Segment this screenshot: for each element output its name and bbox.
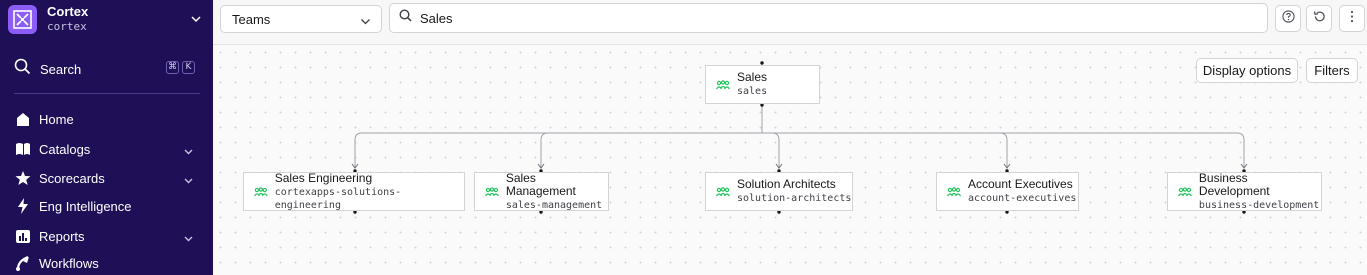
team-node-sales-management[interactable]: Sales Management sales-management	[474, 170, 609, 211]
reset-icon	[1313, 10, 1326, 28]
book-icon	[14, 141, 31, 158]
sidebar-item-reports[interactable]: Reports	[14, 225, 200, 247]
search-value: Sales	[420, 10, 453, 26]
search-input[interactable]: Sales	[389, 3, 1268, 33]
sidebar-item-label: Reports	[39, 228, 85, 244]
team-node-sales-engineering[interactable]: Sales Engineering cortexapps-solutions-e…	[243, 170, 465, 211]
sidebar-item-eng-intelligence[interactable]: Eng Intelligence	[14, 195, 200, 217]
team-node-title: Sales	[737, 70, 768, 84]
edge-account-executives	[762, 132, 1008, 167]
team-icon	[254, 186, 268, 196]
team-node-slug: sales-management	[505, 199, 603, 211]
team-node-title: Sales Engineering	[274, 170, 373, 185]
team-node-solution-architects[interactable]: Solution Architects solution-architects	[705, 172, 853, 211]
more-button[interactable]	[1339, 5, 1365, 32]
help-button[interactable]	[1275, 5, 1301, 32]
search-icon	[399, 9, 412, 27]
team-node-sales[interactable]: Sales sales	[705, 65, 820, 104]
sidebar-search[interactable]: Search ⌘ K	[14, 58, 200, 80]
team-icon	[716, 186, 730, 196]
team-icon	[485, 186, 499, 196]
team-node-title: Solution Architects	[737, 177, 836, 191]
sidebar-item-catalogs[interactable]: Catalogs	[14, 138, 200, 160]
hierarchy-canvas[interactable]: Display options Filters Sales sales Sale…	[213, 45, 1367, 275]
team-icon	[716, 79, 730, 89]
sidebar-item-workflows[interactable]: Workflows	[14, 252, 200, 274]
team-icon	[1178, 186, 1192, 196]
chevron-down-icon	[190, 12, 202, 30]
reset-button[interactable]	[1306, 5, 1332, 32]
team-node-slug: sales	[737, 86, 768, 97]
sidebar-item-scorecards[interactable]: Scorecards	[14, 167, 200, 189]
question-icon	[1281, 9, 1295, 28]
team-node-slug: account-executives	[968, 193, 1077, 204]
sidebar-divider	[14, 93, 200, 94]
sidebar-item-label: Scorecards	[39, 170, 105, 186]
shortcut-key-k: K	[182, 61, 195, 74]
sidebar-item-label: Home	[39, 111, 74, 127]
search-icon	[14, 58, 31, 80]
entity-type-select[interactable]: Teams	[220, 5, 382, 33]
sidebar-search-label: Search	[40, 61, 82, 77]
workspace-name: Cortex	[47, 4, 89, 19]
team-node-title: Account Executives	[968, 177, 1073, 191]
sidebar: Cortex cortex Search ⌘ K Home Catalogs S…	[0, 0, 213, 275]
chevron-down-icon[interactable]	[183, 144, 194, 162]
team-node-title: Business Development	[1198, 170, 1270, 198]
team-node-slug: cortexapps-solutions-engineering	[274, 186, 402, 211]
team-node-slug: solution-architects	[737, 193, 852, 204]
filters-button[interactable]: Filters	[1306, 58, 1358, 83]
team-node-business-development[interactable]: Business Development business-developmen…	[1167, 170, 1322, 211]
sidebar-item-home[interactable]: Home	[14, 108, 200, 130]
workspace-slug: cortex	[47, 20, 87, 33]
top-bar: Teams Sales	[213, 0, 1367, 45]
team-node-account-executives[interactable]: Account Executives account-executives	[936, 172, 1079, 211]
home-icon	[14, 111, 31, 128]
edge-business-development	[762, 132, 1245, 167]
workflow-icon	[14, 255, 31, 272]
edge-solution-architects	[762, 132, 780, 167]
workspace-switcher[interactable]: Cortex cortex	[8, 3, 208, 35]
display-options-button[interactable]: Display options	[1196, 58, 1298, 83]
entity-type-value: Teams	[232, 11, 271, 27]
more-vertical-icon	[1350, 10, 1354, 28]
star-icon	[14, 170, 31, 187]
edge-sales-management	[540, 132, 762, 167]
cortex-logo-icon	[8, 4, 37, 34]
team-icon	[947, 186, 961, 196]
sidebar-item-label: Eng Intelligence	[39, 198, 132, 214]
report-icon	[14, 228, 31, 245]
edge-sales-engineering	[354, 132, 762, 167]
chevron-down-icon[interactable]	[183, 231, 194, 249]
chevron-down-icon	[360, 15, 371, 30]
team-node-title: Sales Management	[505, 170, 576, 198]
sidebar-item-label: Workflows	[39, 255, 99, 271]
bolt-icon	[14, 198, 31, 215]
team-node-slug: business-development	[1198, 199, 1320, 211]
shortcut-key-cmd: ⌘	[166, 61, 179, 74]
sidebar-item-label: Catalogs	[39, 141, 91, 157]
chevron-down-icon[interactable]	[183, 173, 194, 191]
